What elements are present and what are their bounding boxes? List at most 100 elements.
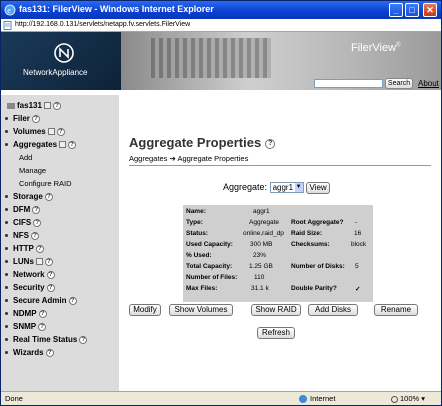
hostname-label: fas131 [17,101,42,110]
help-icon[interactable]: ? [45,348,54,357]
prop-label: Type: [186,219,203,226]
help-icon[interactable]: ? [46,283,55,292]
help-icon[interactable]: ? [52,101,61,110]
sidebar-item-cifs[interactable]: CIFS? [5,218,42,227]
sidebar-item-ndmp[interactable]: NDMP? [5,309,47,318]
sidebar-subitem-configure-raid[interactable]: Configure RAID [19,179,72,188]
sidebar-hostname[interactable]: fas131? [7,101,61,110]
address-bar[interactable]: http://192.168.0.131/servlets/netapp.fv.… [1,19,441,32]
sidebar-item-luns[interactable]: LUNs? [5,257,53,266]
help-icon[interactable]: ? [32,205,41,214]
prop-value: 5 [355,263,359,270]
aggregate-select[interactable]: aggr1 ▼ [269,182,304,194]
window-icon[interactable] [47,128,55,136]
sidebar-item-network[interactable]: Network? [5,270,55,279]
view-button[interactable]: View [306,182,331,194]
globe-icon [299,395,307,404]
sidebar-item-dfm[interactable]: DFM? [5,205,41,214]
sidebar-item-label: Network [13,270,45,279]
sidebar-item-label: NDMP [13,309,37,318]
prop-label: Double Parity? [291,285,337,292]
rename-button[interactable]: Rename [374,304,418,316]
help-icon[interactable]: ? [38,309,47,318]
prop-label: % Used: [186,252,212,259]
window-icon[interactable] [59,141,67,149]
sidebar-item-wizards[interactable]: Wizards? [5,348,54,357]
page-title-text: Aggregate Properties [129,135,262,150]
window-icon[interactable] [35,258,43,266]
aggregate-label: Aggregate: [223,182,268,192]
sidebar-item-http[interactable]: HTTP? [5,244,44,253]
prop-value: Aggregate [249,219,279,226]
prop-value: 300 MB [250,241,273,248]
bullet-icon [5,325,8,329]
sidebar-item-snmp[interactable]: SNMP? [5,322,47,331]
window-icon[interactable] [43,102,51,110]
help-icon[interactable]: ? [31,114,40,123]
prop-label: Name: [186,208,206,215]
help-icon[interactable]: ? [31,231,39,240]
prop-label: Checksums: [291,241,330,248]
help-icon[interactable]: ? [68,296,77,305]
close-button[interactable]: ✕ [423,3,437,17]
help-icon[interactable]: ? [265,138,276,149]
prop-label: Number of Files: [186,274,238,281]
prop-label: Raid Size: [291,230,323,237]
prop-value: block [351,241,367,248]
internet-zone: Internet [299,394,335,404]
checkmark-icon: ✓ [355,286,361,293]
sidebar-subitem-manage[interactable]: Manage [19,166,46,175]
maximize-button[interactable]: □ [405,3,419,17]
bullet-icon [5,130,8,134]
help-icon[interactable]: ? [35,244,44,253]
zoom-control[interactable]: 100% ▾ [391,394,425,403]
help-icon[interactable]: ? [56,127,65,136]
about-link[interactable]: About [418,79,439,88]
help-icon[interactable]: ? [44,257,53,266]
bullet-icon [5,260,8,264]
svg-text:e: e [7,6,11,15]
zoom-label: 100% [400,394,420,403]
modify-button[interactable]: Modify [129,304,161,316]
sidebar-item-secure-admin[interactable]: Secure Admin? [5,296,77,305]
help-icon[interactable]: ? [68,140,77,149]
help-icon[interactable]: ? [38,322,47,331]
sidebar-item-storage[interactable]: Storage? [5,192,53,201]
sidebar-item-label: HTTP [13,244,34,253]
sidebar-item-filer[interactable]: Filer? [5,114,40,123]
chevron-down-icon[interactable]: ▼ [294,183,303,193]
search-input[interactable] [314,79,383,88]
internet-explorer-icon: e [4,4,16,16]
arrow-right-icon: ➔ [169,154,176,163]
show-raid-button[interactable]: Show RAID [251,304,301,316]
url-text[interactable]: http://192.168.0.131/servlets/netapp.fv.… [15,21,190,28]
breadcrumb-current: Aggregate Properties [177,154,249,163]
bullet-icon [5,312,8,316]
help-icon[interactable]: ? [79,335,88,344]
prop-value: aggr1 [253,208,270,215]
prop-label: Used Capacity: [186,241,233,248]
status-bar: Done Internet 100% ▾ [1,391,441,405]
sidebar-item-real-time-status[interactable]: Real Time Status? [5,335,88,344]
minimize-button[interactable]: _ [389,3,403,17]
product-name-text: FilerView [351,42,397,54]
bullet-icon [5,195,8,199]
bullet-icon [5,208,8,212]
add-disks-button[interactable]: Add Disks [308,304,358,316]
help-icon[interactable]: ? [33,218,42,227]
sidebar-item-aggregates[interactable]: Aggregates? [5,140,77,149]
server-icon [7,102,15,109]
prop-value: 1.25 GB [249,263,273,270]
help-icon[interactable]: ? [44,192,53,201]
breadcrumb-parent[interactable]: Aggregates [129,154,167,163]
prop-value: online,raid_dp [243,230,284,237]
show-volumes-button[interactable]: Show Volumes [169,304,233,316]
search-button[interactable]: Search [385,78,413,89]
refresh-button[interactable]: Refresh [257,327,295,339]
sidebar-item-volumes[interactable]: Volumes? [5,127,65,136]
title-bar: e fas131: FilerView - Windows Internet E… [1,1,441,19]
sidebar-item-security[interactable]: Security? [5,283,55,292]
help-icon[interactable]: ? [46,270,55,279]
sidebar-item-nfs[interactable]: NFS? [5,231,39,240]
sidebar-subitem-add[interactable]: Add [19,153,32,162]
